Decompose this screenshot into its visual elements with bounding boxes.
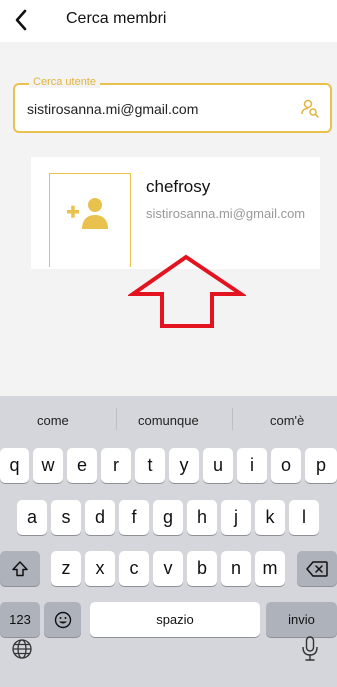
suggestion-item[interactable]: come <box>37 413 69 428</box>
key-r[interactable]: r <box>101 448 131 483</box>
key-m[interactable]: m <box>255 551 285 586</box>
key-u[interactable]: u <box>203 448 233 483</box>
key-s[interactable]: s <box>51 500 81 535</box>
user-result-card[interactable]: chefrosy sistirosanna.mi@gmail.com <box>31 157 320 269</box>
key-n[interactable]: n <box>221 551 251 586</box>
backspace-icon <box>306 560 328 577</box>
back-arrow-icon[interactable] <box>8 6 36 34</box>
add-member-button[interactable] <box>49 173 131 267</box>
app-header: Cerca membri <box>0 0 337 42</box>
suggestion-divider <box>116 408 117 430</box>
key-i[interactable]: i <box>237 448 267 483</box>
key-j[interactable]: j <box>221 500 251 535</box>
return-key[interactable]: invio <box>266 602 337 637</box>
user-email: sistirosanna.mi@gmail.com <box>146 206 306 221</box>
emoji-icon <box>54 611 71 628</box>
key-o[interactable]: o <box>271 448 301 483</box>
shift-icon <box>12 560 28 576</box>
key-x[interactable]: x <box>85 551 115 586</box>
space-key[interactable]: spazio <box>90 602 260 637</box>
user-search-icon[interactable] <box>300 98 320 118</box>
key-d[interactable]: d <box>85 500 115 535</box>
emoji-key[interactable] <box>44 602 81 637</box>
search-input[interactable]: sistirosanna.mi@gmail.com <box>27 101 198 117</box>
key-b[interactable]: b <box>187 551 217 586</box>
key-w[interactable]: w <box>33 448 63 483</box>
key-e[interactable]: e <box>67 448 97 483</box>
suggestion-bar: come comunque com'è <box>0 396 337 444</box>
key-l[interactable]: l <box>289 500 319 535</box>
key-a[interactable]: a <box>17 500 47 535</box>
search-user-field[interactable]: Cerca utente sistirosanna.mi@gmail.com <box>13 76 332 133</box>
search-field-label: Cerca utente <box>29 76 100 88</box>
shift-key[interactable] <box>0 551 40 586</box>
mic-icon[interactable] <box>301 636 319 662</box>
key-t[interactable]: t <box>135 448 165 483</box>
key-q[interactable]: q <box>0 448 29 483</box>
numbers-key[interactable]: 123 <box>0 602 40 637</box>
key-z[interactable]: z <box>51 551 81 586</box>
suggestion-item[interactable]: com'è <box>270 413 304 428</box>
key-y[interactable]: y <box>169 448 199 483</box>
key-f[interactable]: f <box>119 500 149 535</box>
page-title: Cerca membri <box>66 10 167 27</box>
key-v[interactable]: v <box>153 551 183 586</box>
key-c[interactable]: c <box>119 551 149 586</box>
key-p[interactable]: p <box>305 448 337 483</box>
up-arrow-annotation <box>126 254 248 335</box>
globe-icon[interactable] <box>11 638 33 660</box>
add-user-icon <box>67 198 108 229</box>
suggestion-divider <box>232 408 233 430</box>
onscreen-keyboard: come comunque com'è q w e r t y u i o p … <box>0 396 337 687</box>
key-g[interactable]: g <box>153 500 183 535</box>
user-name: chefrosy <box>146 177 211 196</box>
key-k[interactable]: k <box>255 500 285 535</box>
backspace-key[interactable] <box>297 551 337 586</box>
suggestion-item[interactable]: comunque <box>138 413 199 428</box>
key-h[interactable]: h <box>187 500 217 535</box>
